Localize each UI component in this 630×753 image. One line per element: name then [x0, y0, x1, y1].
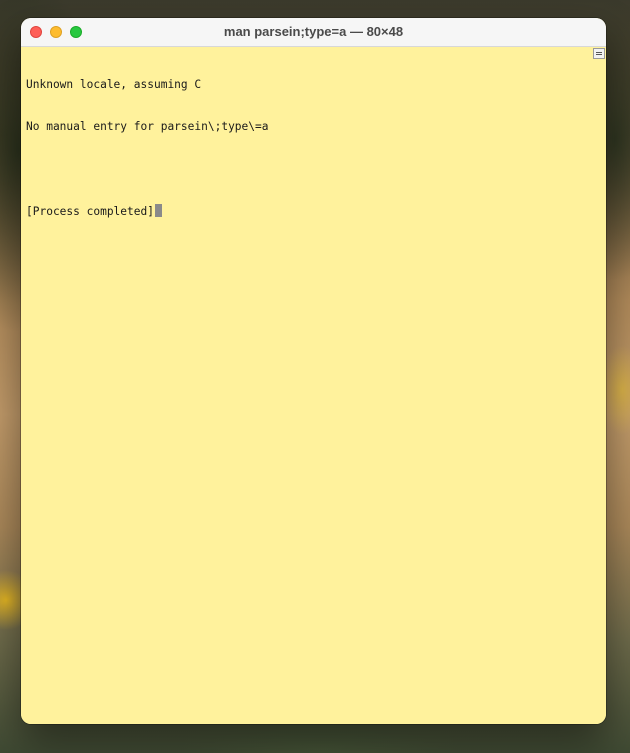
text-cursor [154, 204, 162, 217]
terminal-window: man parsein;type=a — 80×48 Unknown local… [21, 18, 606, 724]
split-pane-icon[interactable] [593, 48, 605, 59]
process-status-text: [Process completed] [26, 205, 154, 218]
terminal-line: No manual entry for parsein\;type\=a [26, 120, 269, 133]
title-bar[interactable]: man parsein;type=a — 80×48 [21, 18, 606, 47]
terminal-output[interactable]: Unknown locale, assuming C No manual ent… [21, 47, 591, 724]
window-title: man parsein;type=a — 80×48 [223, 24, 404, 39]
scrollbar-gutter [591, 47, 606, 724]
terminal-line: Unknown locale, assuming C [26, 78, 202, 91]
terminal-line-status: [Process completed] [26, 204, 591, 218]
